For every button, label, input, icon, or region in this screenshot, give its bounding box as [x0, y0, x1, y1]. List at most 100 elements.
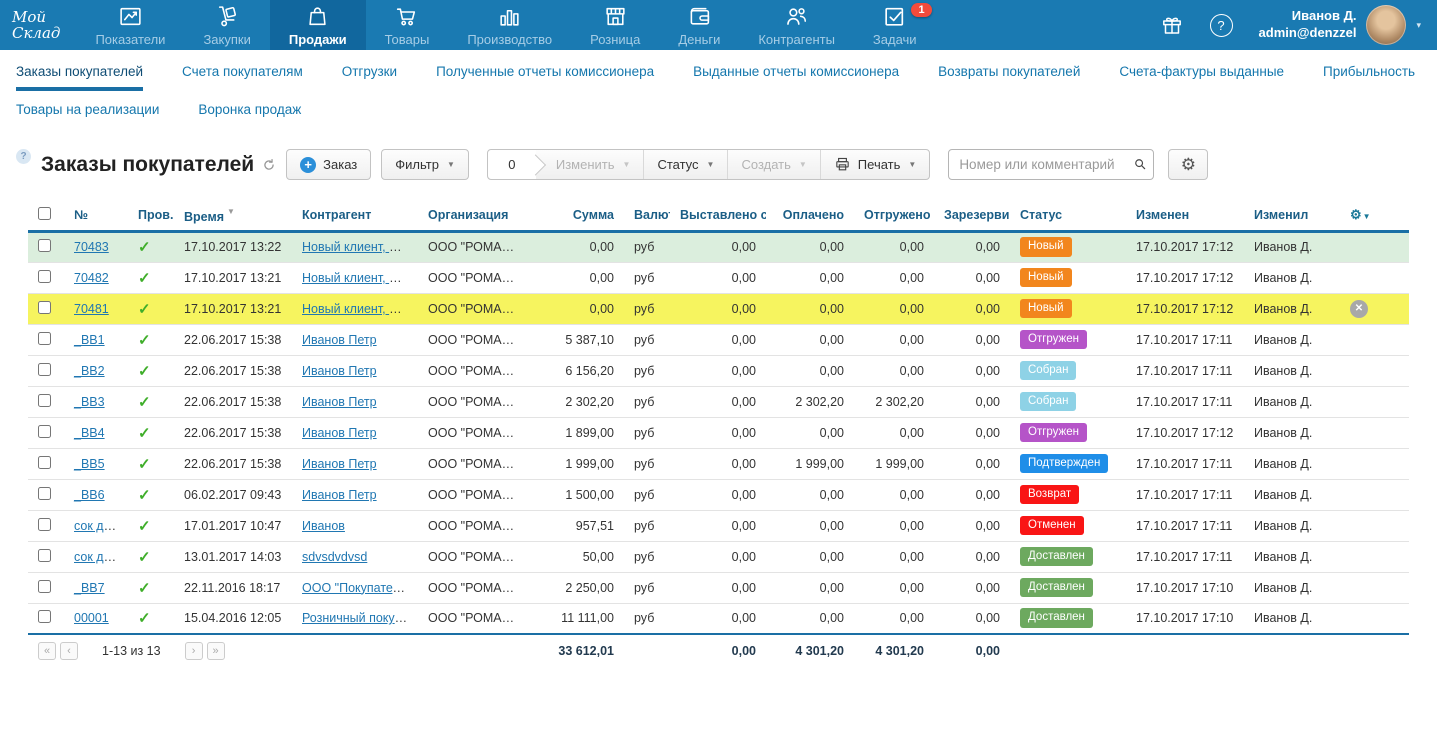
create-button[interactable]: Создать ▼ — [727, 150, 819, 179]
nav-item-производство[interactable]: Производство — [448, 0, 571, 50]
contragent-link[interactable]: Иванов Петр — [302, 395, 377, 409]
contragent-link[interactable]: Розничный покупате... — [302, 611, 418, 625]
status-badge[interactable]: Доставлен — [1020, 547, 1093, 567]
first-page-button[interactable]: « — [38, 642, 56, 660]
edit-button[interactable]: Изменить ▼ — [536, 150, 644, 179]
row-checkbox[interactable] — [38, 239, 51, 252]
new-order-button[interactable]: + Заказ — [286, 149, 371, 180]
row-checkbox[interactable] — [38, 301, 51, 314]
nav-item-показатели[interactable]: Показатели — [76, 0, 184, 50]
last-page-button[interactable]: » — [207, 642, 225, 660]
settings-button[interactable]: ⚙ — [1168, 149, 1208, 180]
search-input[interactable] — [948, 149, 1154, 180]
search-icon[interactable] — [1133, 157, 1147, 171]
contragent-link[interactable]: Новый клиент, источ... — [302, 271, 418, 285]
app-logo[interactable]: Мой Склад — [0, 0, 76, 50]
table-row[interactable]: _BB1✓22.06.2017 15:38Иванов ПетрООО "РОМ… — [28, 324, 1409, 355]
table-row[interactable]: _BB7✓22.11.2016 18:17ООО "Покупатель"ООО… — [28, 572, 1409, 603]
tab-счета-фактуры-выданные[interactable]: Счета-фактуры выданные — [1119, 53, 1284, 91]
row-checkbox[interactable] — [38, 518, 51, 531]
tab-отгрузки[interactable]: Отгрузки — [342, 53, 397, 91]
row-checkbox[interactable] — [38, 270, 51, 283]
table-row[interactable]: _BB2✓22.06.2017 15:38Иванов ПетрООО "РОМ… — [28, 355, 1409, 386]
contragent-link[interactable]: Иванов Петр — [302, 426, 377, 440]
status-badge[interactable]: Возврат — [1020, 485, 1079, 505]
table-row[interactable]: _BB6✓06.02.2017 09:43Иванов ПетрООО "РОМ… — [28, 479, 1409, 510]
order-number-link[interactable]: 70483 — [74, 240, 109, 254]
order-number-link[interactable]: _BB6 — [74, 488, 105, 502]
sort-caret-icon[interactable]: ▼ — [227, 207, 235, 216]
order-number-link[interactable]: _BB1 — [74, 333, 105, 347]
row-checkbox[interactable] — [38, 549, 51, 562]
order-number-link[interactable]: _BB2 — [74, 364, 105, 378]
row-checkbox[interactable] — [38, 332, 51, 345]
refresh-icon[interactable] — [262, 158, 276, 172]
nav-item-деньги[interactable]: Деньги — [659, 0, 739, 50]
tab-выданные-отчеты-комиссионера[interactable]: Выданные отчеты комиссионера — [693, 53, 899, 91]
order-number-link[interactable]: сок добр... — [74, 550, 128, 564]
order-number-link[interactable]: _BB7 — [74, 581, 105, 595]
next-page-button[interactable]: › — [185, 642, 203, 660]
user-menu[interactable]: Иванов Д. admin@denzzel ▾ — [1259, 5, 1421, 45]
tab-заказы-покупателей[interactable]: Заказы покупателей — [16, 53, 143, 91]
contragent-link[interactable]: Иванов — [302, 519, 345, 533]
table-row[interactable]: сок добр...✓13.01.2017 14:03sdvsdvdvsdОО… — [28, 541, 1409, 572]
select-all-checkbox[interactable] — [38, 207, 51, 220]
tab-воронка-продаж[interactable]: Воронка продаж — [198, 91, 301, 129]
contragent-link[interactable]: Новый клиент, источ... — [302, 240, 418, 254]
tab-прибыльность[interactable]: Прибыльность — [1323, 53, 1415, 91]
contragent-link[interactable]: Иванов Петр — [302, 457, 377, 471]
table-row[interactable]: сок добр...✓17.01.2017 10:47ИвановООО "Р… — [28, 510, 1409, 541]
contragent-link[interactable]: ООО "Покупатель" — [302, 581, 411, 595]
order-number-link[interactable]: сок добр... — [74, 519, 128, 533]
table-row[interactable]: 70482✓17.10.2017 13:21Новый клиент, исто… — [28, 262, 1409, 293]
print-button[interactable]: Печать ▼ — [820, 150, 930, 179]
row-checkbox[interactable] — [38, 580, 51, 593]
order-number-link[interactable]: 00001 — [74, 611, 109, 625]
contragent-link[interactable]: Иванов Петр — [302, 364, 377, 378]
filter-button[interactable]: Фильтр ▼ — [381, 149, 469, 180]
order-number-link[interactable]: 70481 — [74, 302, 109, 316]
contragent-link[interactable]: Новый клиент, источ... — [302, 302, 418, 316]
status-badge[interactable]: Доставлен — [1020, 608, 1093, 628]
contragent-link[interactable]: Иванов Петр — [302, 333, 377, 347]
nav-item-задачи[interactable]: 1Задачи — [854, 0, 936, 50]
nav-item-товары[interactable]: Товары — [366, 0, 449, 50]
nav-item-продажи[interactable]: Продажи — [270, 0, 366, 50]
tab-счета-покупателям[interactable]: Счета покупателям — [182, 53, 303, 91]
row-checkbox[interactable] — [38, 425, 51, 438]
table-row[interactable]: 00001✓15.04.2016 12:05Розничный покупате… — [28, 603, 1409, 634]
status-badge[interactable]: Отгружен — [1020, 330, 1087, 350]
order-number-link[interactable]: _BB3 — [74, 395, 105, 409]
status-badge[interactable]: Новый — [1020, 268, 1072, 288]
table-row[interactable]: 70483✓17.10.2017 13:22Новый клиент, исто… — [28, 231, 1409, 262]
order-number-link[interactable]: _BB5 — [74, 457, 105, 471]
status-badge[interactable]: Отменен — [1020, 516, 1084, 536]
column-settings-gear-icon[interactable]: ⚙▼ — [1350, 207, 1371, 222]
status-badge[interactable]: Новый — [1020, 237, 1072, 257]
status-badge[interactable]: Доставлен — [1020, 578, 1093, 598]
contragent-link[interactable]: Иванов Петр — [302, 488, 377, 502]
status-badge[interactable]: Новый — [1020, 299, 1072, 319]
status-badge[interactable]: Отгружен — [1020, 423, 1087, 443]
tab-полученные-отчеты-комиссионера[interactable]: Полученные отчеты комиссионера — [436, 53, 654, 91]
row-checkbox[interactable] — [38, 487, 51, 500]
nav-item-закупки[interactable]: Закупки — [184, 0, 269, 50]
tab-товары-на-реализации[interactable]: Товары на реализации — [16, 91, 159, 129]
nav-item-розница[interactable]: Розница — [571, 0, 659, 50]
status-badge[interactable]: Собран — [1020, 361, 1076, 381]
gift-icon[interactable] — [1160, 13, 1184, 37]
help-icon[interactable]: ? — [1210, 14, 1233, 37]
prev-page-button[interactable]: ‹ — [60, 642, 78, 660]
row-checkbox[interactable] — [38, 456, 51, 469]
table-row[interactable]: 70481✓17.10.2017 13:21Новый клиент, исто… — [28, 293, 1409, 324]
row-checkbox[interactable] — [38, 363, 51, 376]
order-number-link[interactable]: _BB4 — [74, 426, 105, 440]
row-checkbox[interactable] — [38, 610, 51, 623]
avatar[interactable] — [1366, 5, 1406, 45]
table-row[interactable]: _BB3✓22.06.2017 15:38Иванов ПетрООО "РОМ… — [28, 386, 1409, 417]
status-badge[interactable]: Подтвержден — [1020, 454, 1108, 474]
page-help-icon[interactable]: ? — [16, 149, 31, 164]
nav-item-контрагенты[interactable]: Контрагенты — [739, 0, 854, 50]
tab-возвраты-покупателей[interactable]: Возвраты покупателей — [938, 53, 1080, 91]
